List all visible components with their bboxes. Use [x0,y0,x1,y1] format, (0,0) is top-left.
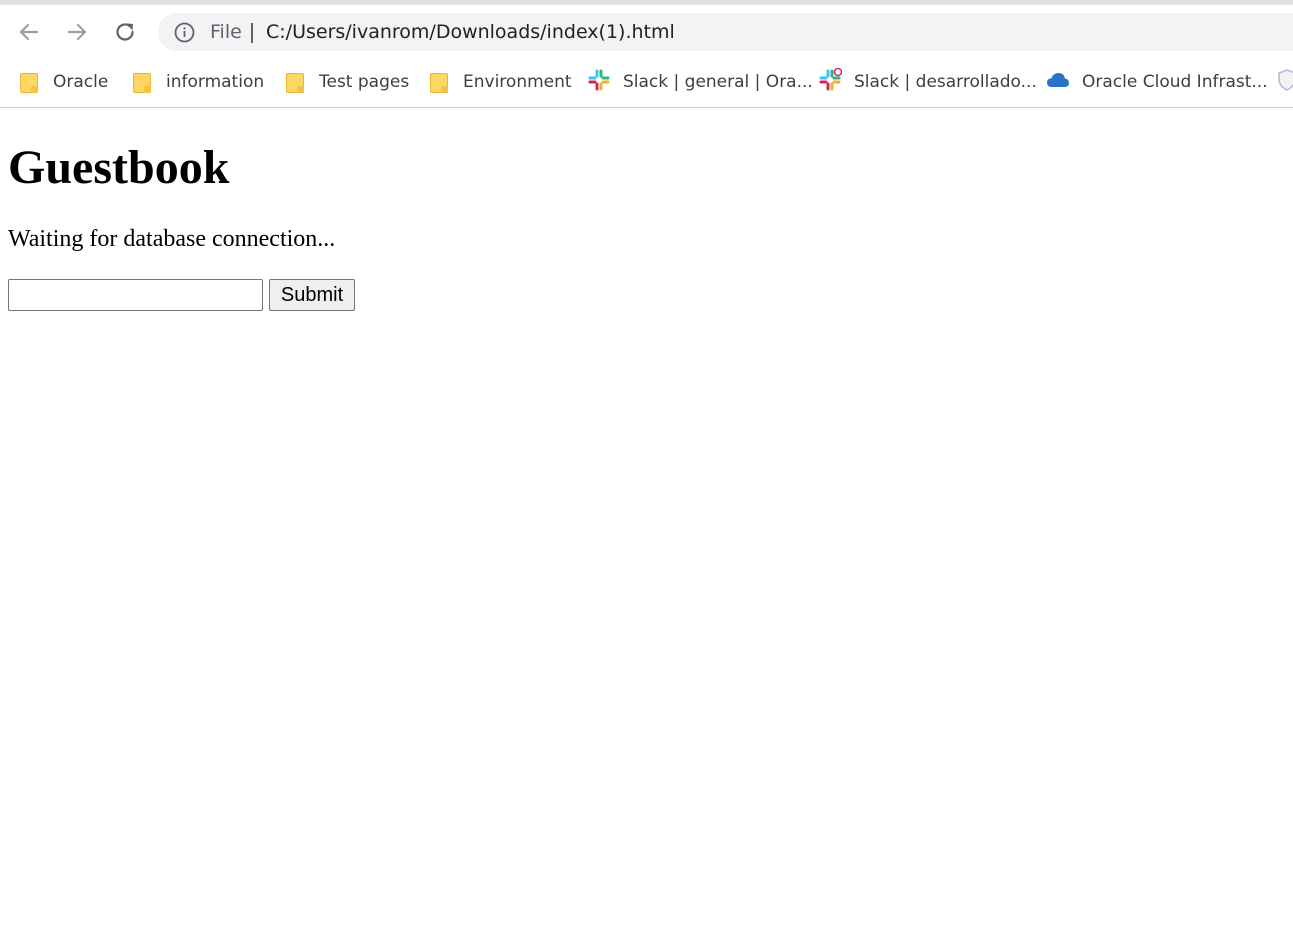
shield-icon [1277,68,1293,97]
bookmark-label: Slack | desarrollado... [854,72,1037,92]
folder-icon [20,71,38,93]
bookmarks-bar: Oracle information Test pages Environmen… [0,59,1293,108]
folder-icon [430,71,448,93]
reload-button[interactable] [108,15,142,49]
arrow-right-icon [66,21,88,43]
slack-icon [818,67,843,97]
bookmark-environment[interactable]: Environment [430,68,572,96]
bookmark-label: Slack | general | Ora... [623,72,813,92]
url-separator [251,23,253,43]
url-text[interactable]: C:/Users/ivanrom/Downloads/index(1).html [266,21,675,43]
info-icon[interactable] [174,22,195,48]
bookmark-oracle-cloud[interactable]: Oracle Cloud Infrast... [1046,68,1268,96]
cloud-icon [1046,71,1070,94]
status-message: Waiting for database connection... [8,226,336,252]
address-bar[interactable]: File C:/Users/ivanrom/Downloads/index(1)… [158,13,1293,51]
bookmark-test-pages[interactable]: Test pages [286,68,409,96]
bookmark-slack-general[interactable]: Slack | general | Ora... [587,68,813,96]
bookmark-information[interactable]: information [133,68,264,96]
forward-button[interactable] [60,15,94,49]
slack-icon [587,68,611,97]
bookmark-label: Environment [463,72,572,92]
back-button[interactable] [12,15,46,49]
url-scheme-label: File [210,21,242,43]
bookmark-overflow[interactable] [1277,68,1293,96]
bookmark-label: Oracle Cloud Infrast... [1082,72,1268,92]
arrow-left-icon [18,21,40,43]
guestbook-entry-input[interactable] [8,279,263,311]
bookmark-label: Oracle [53,72,109,92]
folder-icon [286,71,304,93]
page-title: Guestbook [8,141,230,194]
bookmark-label: information [166,72,265,92]
folder-icon [133,71,151,93]
bookmark-slack-desarrollado[interactable]: Slack | desarrollado... [818,67,1037,97]
reload-icon [113,20,137,44]
submit-button[interactable]: Submit [269,279,355,311]
bookmark-label: Test pages [319,72,410,92]
browser-toolbar: File C:/Users/ivanrom/Downloads/index(1)… [0,5,1293,59]
bookmark-oracle[interactable]: Oracle [20,68,108,96]
